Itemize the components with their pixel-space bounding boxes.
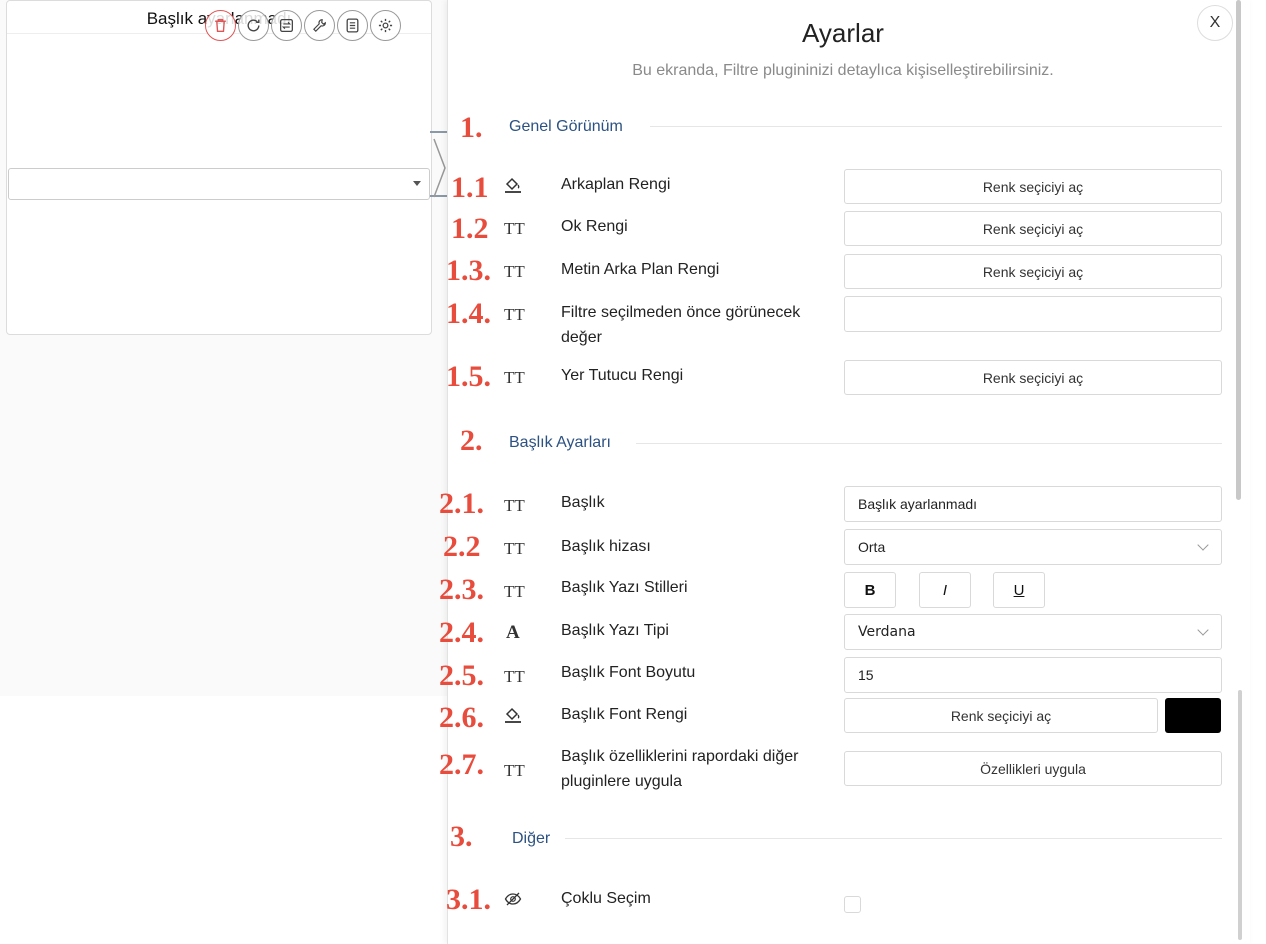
refresh-button[interactable] [238, 10, 269, 41]
apply-properties-button[interactable]: Özellikleri uygula [844, 751, 1222, 786]
row-label-yer-tutucu-rengi: Yer Tutucu Rengi [561, 367, 684, 384]
row-number: 2.6. [439, 701, 484, 734]
row-number: 1.1 [451, 171, 489, 204]
section-divider [636, 443, 1222, 444]
row-number: 2.4. [439, 616, 484, 649]
multi-select-checkbox[interactable] [844, 896, 861, 913]
row-label-baslik-font-rengi: Başlık Font Rengi [561, 706, 688, 723]
section-title-diger: Diğer [512, 830, 551, 847]
refresh-icon [247, 19, 260, 32]
font-icon: A [506, 622, 520, 643]
font-family-select[interactable]: Verdana [844, 614, 1222, 650]
section-number: 2. [460, 424, 483, 457]
row-label-placeholder-value: Filtre seçilmeden önce görünecek değer [561, 304, 801, 346]
title-alignment-value: Orta [858, 539, 886, 555]
row-label-baslik-font-boyutu: Başlık Font Boyutu [561, 664, 696, 681]
title-alignment-select[interactable]: Orta [844, 529, 1222, 565]
section-divider [650, 126, 1222, 127]
panel-title: Ayarlar [802, 18, 884, 48]
section-title-genel-gorunum: Genel Görünüm [509, 118, 623, 135]
text-size-icon: TT [504, 496, 525, 515]
filter-select[interactable] [8, 168, 430, 200]
open-color-picker-button[interactable]: Renk seçiciyi aç [844, 169, 1222, 204]
scrollbar-thumb[interactable] [1236, 0, 1241, 500]
open-color-picker-button[interactable]: Renk seçiciyi aç [844, 698, 1158, 733]
close-button[interactable]: X [1197, 5, 1233, 41]
scrollbar-track[interactable] [1238, 690, 1242, 940]
font-family-value: Verdana [858, 624, 916, 640]
chevron-down-icon [1197, 539, 1209, 551]
row-number: 2.2 [443, 530, 481, 563]
paint-bucket-icon [505, 177, 521, 193]
chevron-down-icon [1197, 624, 1209, 636]
panel-subtitle: Bu ekranda, Filtre plugininizi detaylıca… [632, 62, 1054, 79]
text-size-icon: TT [504, 667, 525, 686]
row-number: 3.1. [446, 883, 491, 916]
section-number: 1. [460, 111, 483, 144]
text-size-icon: TT [504, 368, 525, 387]
underline-button[interactable]: U [993, 572, 1045, 608]
color-swatch[interactable] [1165, 698, 1221, 733]
bold-button[interactable]: B [844, 572, 896, 608]
title-input[interactable]: Başlık ayarlanmadı [844, 486, 1222, 522]
chevron-right-icon [433, 138, 446, 198]
row-label-baslik-yazi-tipi: Başlık Yazı Tipi [561, 622, 669, 639]
list-icon [346, 18, 359, 33]
open-color-picker-button[interactable]: Renk seçiciyi aç [844, 211, 1222, 246]
trash-icon [215, 18, 226, 33]
placeholder-value-input[interactable] [844, 296, 1222, 332]
row-label-baslik-yazi-stilleri: Başlık Yazı Stilleri [561, 579, 688, 596]
open-color-picker-button[interactable]: Renk seçiciyi aç [844, 360, 1222, 395]
row-label-coklu-secim: Çoklu Seçim [561, 890, 651, 907]
row-number: 1.5. [446, 360, 491, 393]
gear-button[interactable] [370, 10, 401, 41]
text-size-icon: TT [504, 262, 525, 281]
row-label-apply-to-plugins: Başlık özelliklerini rapordaki diğer plu… [561, 748, 799, 790]
open-color-picker-button[interactable]: Renk seçiciyi aç [844, 254, 1222, 289]
row-label-arkaplan-rengi: Arkaplan Rengi [561, 176, 671, 193]
filter-widget[interactable]: Başlık ayarlanmadı [6, 0, 432, 335]
text-size-icon: TT [504, 219, 525, 238]
section-divider [565, 838, 1222, 839]
delete-button[interactable] [205, 10, 236, 41]
text-size-icon: TT [504, 539, 525, 558]
text-size-icon: TT [504, 582, 525, 601]
list-button[interactable] [337, 10, 368, 41]
wrench-icon [313, 19, 326, 32]
font-size-input[interactable]: 15 [844, 657, 1222, 693]
settings-panel: Ayarlar Bu ekranda, Filtre plugininizi d… [439, 0, 1250, 944]
eye-off-icon [504, 892, 522, 906]
text-size-icon: TT [504, 761, 525, 780]
section-title-baslik-ayarlari: Başlık Ayarları [509, 434, 611, 451]
swap-button[interactable] [271, 10, 302, 41]
italic-button[interactable]: I [919, 572, 971, 608]
widget-toolbar [205, 10, 401, 41]
row-number: 2.3. [439, 573, 484, 606]
row-number: 1.4. [446, 297, 491, 330]
row-number: 2.1. [439, 487, 484, 520]
section-number: 3. [450, 820, 473, 853]
text-size-icon: TT [504, 305, 525, 324]
caret-down-icon [413, 181, 421, 186]
gear-icon [378, 18, 393, 33]
settings-wrench-button[interactable] [304, 10, 335, 41]
row-label-ok-rengi: Ok Rengi [561, 218, 628, 235]
swap-icon [280, 19, 293, 32]
row-label-metin-arka-plan-rengi: Metin Arka Plan Rengi [561, 261, 720, 278]
row-number: 1.2 [451, 212, 489, 245]
row-number: 1.3. [446, 254, 491, 287]
row-number: 2.5. [439, 659, 484, 692]
row-label-baslik-hizasi: Başlık hizası [561, 538, 651, 555]
row-label-baslik: Başlık [561, 494, 605, 511]
paint-bucket-icon [505, 707, 521, 723]
row-number: 2.7. [439, 748, 484, 781]
